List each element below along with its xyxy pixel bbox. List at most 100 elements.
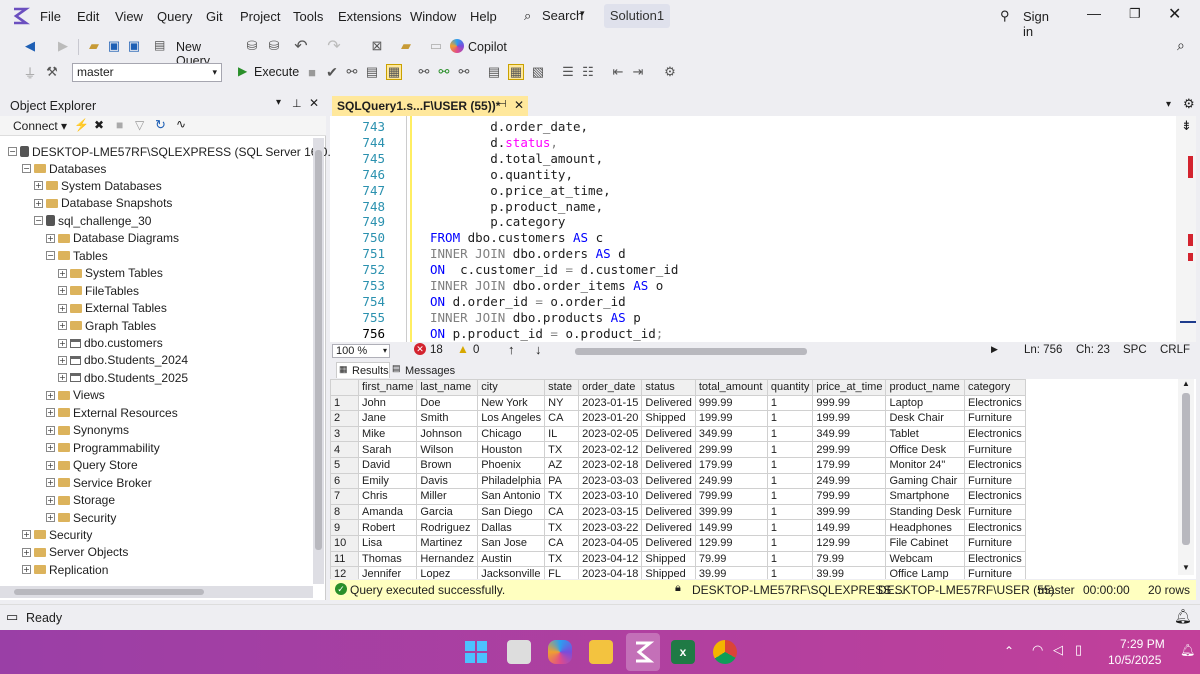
table-cell[interactable]: Gaming Chair bbox=[885, 472, 965, 490]
tree-node[interactable]: + External Tables bbox=[58, 300, 167, 317]
table-cell[interactable]: 799.99 bbox=[812, 488, 887, 505]
table-cell[interactable]: Shipped bbox=[641, 566, 696, 579]
collapse-icon[interactable]: − bbox=[34, 216, 43, 226]
row-number[interactable]: 7 bbox=[330, 488, 359, 505]
connect-icon[interactable]: ⏚ bbox=[22, 64, 38, 81]
filter-icon[interactable]: ▽ bbox=[135, 118, 144, 132]
notification-icon[interactable]: 🔔︎ bbox=[1174, 608, 1192, 625]
table-cell[interactable]: NY bbox=[544, 394, 580, 412]
tree-node[interactable]: + System Tables bbox=[58, 265, 163, 282]
row-number[interactable]: 6 bbox=[330, 472, 359, 490]
redo-icon[interactable]: ↷ bbox=[326, 38, 342, 55]
table-cell[interactable]: Smartphone bbox=[885, 488, 965, 505]
table-cell[interactable]: Robert bbox=[357, 519, 418, 536]
table-cell[interactable]: Furniture bbox=[964, 566, 1026, 579]
file-explorer-icon[interactable] bbox=[589, 640, 613, 664]
tree-node[interactable]: − Tables bbox=[46, 247, 108, 264]
settings-icon[interactable]: ⚙ bbox=[1183, 96, 1195, 112]
error-icon[interactable]: ✕ bbox=[414, 343, 426, 355]
expand-icon[interactable]: + bbox=[58, 373, 67, 383]
row-number[interactable]: 4 bbox=[330, 441, 359, 458]
table-cell[interactable]: Austin bbox=[477, 550, 546, 568]
table-cell[interactable]: Furniture bbox=[964, 441, 1026, 458]
table-cell[interactable]: 1 bbox=[766, 410, 814, 427]
chevron-up-icon[interactable]: ⌃ bbox=[1004, 644, 1014, 658]
warning-icon[interactable]: ▲ bbox=[457, 342, 469, 356]
table-cell[interactable]: 349.99 bbox=[812, 425, 887, 443]
table-cell[interactable]: Sarah bbox=[357, 441, 418, 458]
expand-icon[interactable]: + bbox=[58, 286, 67, 296]
table-cell[interactable]: Smith bbox=[416, 410, 479, 427]
table-cell[interactable]: Philadelphia bbox=[477, 472, 546, 490]
copilot-icon[interactable] bbox=[548, 640, 572, 664]
expand-icon[interactable]: + bbox=[46, 513, 55, 522]
table-cell[interactable]: 1 bbox=[766, 550, 814, 568]
table-cell[interactable]: 2023-04-12 bbox=[578, 550, 643, 568]
menu-tools[interactable]: Tools bbox=[293, 9, 323, 24]
table-cell[interactable]: 2023-03-10 bbox=[578, 488, 643, 505]
server-node[interactable]: − DESKTOP-LME57RF\SQLEXPRESS (SQL Server… bbox=[8, 143, 359, 160]
expand-icon[interactable]: + bbox=[34, 198, 43, 208]
table-cell[interactable]: Houston bbox=[477, 441, 546, 458]
sql-editor[interactable]: ⇟ 743 d.order_date, 744 d.status, 745 d.to… bbox=[330, 116, 1196, 342]
battery-icon[interactable]: ▯ bbox=[1075, 642, 1082, 658]
table-cell[interactable]: Monitor 24" bbox=[885, 456, 965, 474]
column-header-product-name[interactable]: product_name bbox=[885, 379, 965, 396]
back-icon[interactable]: ◀ bbox=[22, 38, 38, 54]
table-cell[interactable]: 199.99 bbox=[694, 410, 768, 427]
start-icon[interactable] bbox=[464, 640, 488, 664]
table-cell[interactable]: 149.99 bbox=[812, 519, 887, 536]
table-cell[interactable]: Delivered bbox=[641, 534, 696, 552]
row-number[interactable]: 9 bbox=[330, 519, 359, 536]
tree-h-scrollbar[interactable] bbox=[0, 586, 313, 598]
expand-icon[interactable]: + bbox=[58, 355, 67, 365]
table-cell[interactable]: 1 bbox=[766, 488, 814, 505]
table-cell[interactable]: 2023-04-05 bbox=[578, 534, 643, 552]
table-cell[interactable]: Delivered bbox=[641, 425, 696, 443]
table-cell[interactable]: 1 bbox=[766, 394, 814, 412]
open-folder-icon[interactable]: ▰ bbox=[86, 38, 102, 54]
results-to-file-icon[interactable]: ▧ bbox=[530, 64, 546, 80]
table-cell[interactable]: Webcam bbox=[885, 550, 965, 568]
stop-icon[interactable]: ■ bbox=[304, 64, 320, 80]
table-cell[interactable]: Jane bbox=[357, 410, 418, 427]
table-cell[interactable]: Electronics bbox=[964, 394, 1026, 412]
expand-icon[interactable]: + bbox=[22, 565, 31, 575]
connect-button[interactable]: Connect ▾ bbox=[13, 119, 67, 133]
table-cell[interactable]: Davis bbox=[416, 472, 479, 490]
menu-window[interactable]: Window bbox=[410, 9, 456, 24]
close-icon[interactable]: ✕ bbox=[1168, 4, 1181, 24]
table-cell[interactable]: 1 bbox=[766, 519, 814, 536]
table-cell[interactable]: Los Angeles bbox=[477, 410, 546, 427]
table-cell[interactable]: Dallas bbox=[477, 519, 546, 536]
table-cell[interactable]: 179.99 bbox=[812, 456, 887, 474]
table-cell[interactable]: Garcia bbox=[416, 503, 479, 521]
tree-node[interactable]: + System Databases bbox=[34, 177, 162, 194]
table-cell[interactable]: Electronics bbox=[964, 456, 1026, 474]
table-cell[interactable]: 79.99 bbox=[694, 550, 768, 568]
table-cell[interactable]: 349.99 bbox=[694, 425, 768, 443]
table-cell[interactable]: 2023-03-03 bbox=[578, 472, 643, 490]
table-cell[interactable]: 129.99 bbox=[812, 534, 887, 552]
table-cell[interactable]: 2023-01-15 bbox=[578, 394, 643, 412]
table-cell[interactable]: Lisa bbox=[357, 534, 418, 552]
table-cell[interactable]: 1 bbox=[766, 441, 814, 458]
expand-icon[interactable]: + bbox=[58, 303, 67, 313]
clock-time[interactable]: 7:29 PM bbox=[1120, 637, 1165, 651]
column-header-price-at-time[interactable]: price_at_time bbox=[812, 379, 887, 396]
activity-monitor-icon[interactable]: ∿ bbox=[176, 117, 186, 131]
table-cell[interactable]: TX bbox=[544, 550, 580, 568]
include-plan-icon[interactable]: ⚯ bbox=[416, 64, 432, 80]
table-row[interactable]: 3 Mike Johnson Chicago IL 2023-02-05 Delivered… bbox=[330, 425, 1026, 443]
specify-values-icon[interactable]: ⚙ bbox=[662, 64, 678, 80]
save-icon[interactable]: ▣ bbox=[106, 38, 122, 54]
collapse-icon[interactable]: − bbox=[46, 251, 55, 261]
table-cell[interactable]: FL bbox=[544, 566, 580, 579]
expand-icon[interactable]: + bbox=[46, 460, 55, 470]
tree-node[interactable]: + Storage bbox=[46, 492, 115, 509]
table-cell[interactable]: San Antonio bbox=[477, 488, 546, 505]
table-cell[interactable]: Furniture bbox=[964, 410, 1026, 427]
save-all-icon[interactable]: ▣ bbox=[126, 38, 142, 54]
tree-node[interactable]: + FileTables bbox=[58, 282, 139, 299]
collapse-icon[interactable]: − bbox=[22, 164, 31, 173]
